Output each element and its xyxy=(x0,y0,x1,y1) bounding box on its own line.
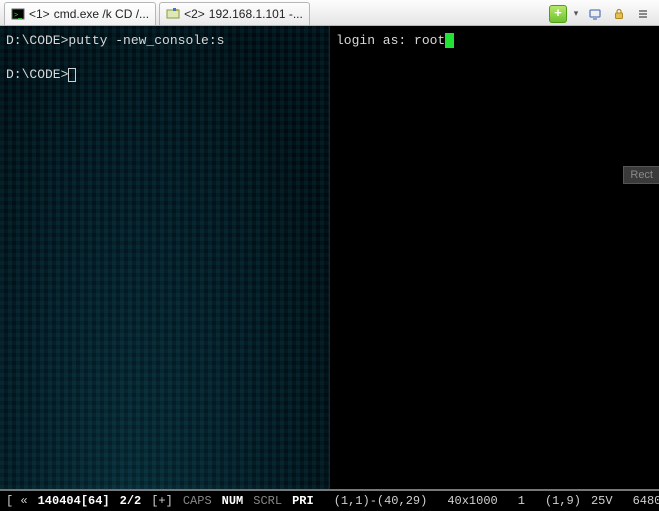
pane-background xyxy=(0,26,329,489)
tab-bar: >_ <1> cmd.exe /k CD /... <2> 192.168.1.… xyxy=(0,0,659,26)
sb-page: 2/2 xyxy=(120,494,142,508)
sb-timestamp: 140404[64] xyxy=(38,494,110,508)
login-value: root xyxy=(414,33,445,48)
sb-num: NUM xyxy=(222,494,244,508)
tab-label: cmd.exe /k CD /... xyxy=(54,7,149,21)
split-container: D:\CODE>putty -new_console:s D:\CODE> lo… xyxy=(0,26,659,489)
putty-icon xyxy=(166,7,180,21)
attach-button[interactable] xyxy=(585,4,605,24)
pane-putty[interactable]: login as: root Rect xyxy=(329,26,659,489)
svg-text:>_: >_ xyxy=(14,12,22,19)
new-tab-dropdown[interactable]: ▾ xyxy=(571,5,581,23)
sb-selection: (1,1)-(40,29) xyxy=(334,494,428,508)
menu-button[interactable] xyxy=(633,4,653,24)
tab-cmd[interactable]: >_ <1> cmd.exe /k CD /... xyxy=(4,2,156,25)
sb-pri: PRI xyxy=(292,494,314,508)
prompt-2: D:\CODE> xyxy=(6,67,68,82)
sb-scrl: SCRL xyxy=(253,494,282,508)
command-1: putty -new_console:s xyxy=(68,33,224,48)
new-tab-button[interactable]: + xyxy=(549,5,567,23)
toolbar-right: + ▾ xyxy=(549,2,655,25)
sb-right-num: 6480 xyxy=(633,494,659,508)
tab-num: <1> xyxy=(29,7,50,21)
lock-icon xyxy=(612,7,626,21)
tab-label: 192.168.1.101 -... xyxy=(209,7,303,21)
status-bar: [ « 140404[64] 2/2 [+] CAPS NUM SCRL PRI… xyxy=(0,489,659,511)
cmd-icon: >_ xyxy=(11,7,25,21)
cursor-right xyxy=(445,33,454,48)
monitor-icon xyxy=(588,7,602,21)
login-label: login as: xyxy=(336,33,414,48)
cursor-left xyxy=(68,68,76,82)
lock-button[interactable] xyxy=(609,4,629,24)
sb-cursor: (1,9) xyxy=(545,494,581,508)
faint-rect-label: Rect xyxy=(623,166,659,184)
sb-caps: CAPS xyxy=(183,494,212,508)
sb-scale: 25V xyxy=(591,494,613,508)
sb-plus[interactable]: [+] xyxy=(151,494,173,508)
sb-one: 1 xyxy=(518,494,525,508)
menu-icon xyxy=(636,7,650,21)
prompt-1: D:\CODE> xyxy=(6,33,68,48)
sb-size: 40x1000 xyxy=(447,494,497,508)
tab-putty[interactable]: <2> 192.168.1.101 -... xyxy=(159,2,310,25)
terminal-output-left: D:\CODE>putty -new_console:s D:\CODE> xyxy=(0,26,329,89)
terminal-output-right: login as: root xyxy=(330,26,659,55)
plus-label: + xyxy=(554,6,562,21)
pane-cmd[interactable]: D:\CODE>putty -new_console:s D:\CODE> xyxy=(0,26,329,489)
sb-left-marker: [ « xyxy=(6,494,28,508)
tab-num: <2> xyxy=(184,7,205,21)
